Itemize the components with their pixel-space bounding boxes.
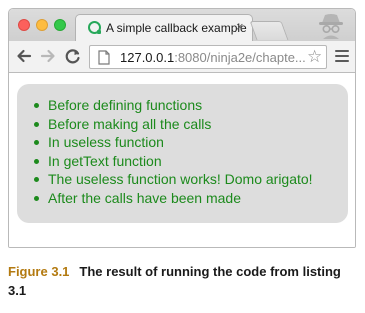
list-item: Before making all the calls <box>32 115 313 134</box>
figure-number: Figure 3.1 <box>8 264 70 279</box>
url-text: 127.0.0.1:8080/ninja2e/chapte... <box>120 50 306 65</box>
browser-toolbar: 127.0.0.1:8080/ninja2e/chapte... ☆ <box>9 41 355 73</box>
list-item: In getText function <box>32 152 313 171</box>
page-viewport: Before defining functions Before making … <box>9 73 355 247</box>
active-tab[interactable]: A simple callback example × <box>75 14 253 41</box>
figure-caption: Figure 3.1 The result of running the code… <box>8 262 358 300</box>
tab-close-icon[interactable]: × <box>236 19 244 34</box>
new-tab-button[interactable] <box>249 21 289 40</box>
list-item: The useless function works! Domo arigato… <box>32 170 313 189</box>
page-icon <box>98 50 110 65</box>
list-item: Before defining functions <box>32 96 313 115</box>
ninja-favicon-icon <box>88 21 101 34</box>
results-list: Before defining functions Before making … <box>32 96 313 207</box>
browser-window: A simple callback example × 127.0.0.1:80… <box>8 8 356 248</box>
forward-arrow-icon[interactable] <box>39 47 57 65</box>
tab-bar: A simple callback example × <box>9 9 355 41</box>
url-path: :8080/ninja2e/chapte... <box>174 50 306 65</box>
url-host: 127.0.0.1 <box>120 50 175 65</box>
menu-icon[interactable] <box>335 50 349 63</box>
tab-title: A simple callback example <box>106 21 247 35</box>
back-arrow-icon[interactable] <box>15 47 33 65</box>
star-icon[interactable]: ☆ <box>307 47 322 67</box>
zoom-window-button[interactable] <box>54 19 66 31</box>
address-bar[interactable]: 127.0.0.1:8080/ninja2e/chapte... ☆ <box>89 45 327 69</box>
results-panel: Before defining functions Before making … <box>17 84 348 223</box>
minimize-window-button[interactable] <box>36 19 48 31</box>
reload-icon[interactable] <box>64 47 82 65</box>
close-window-button[interactable] <box>18 19 30 31</box>
list-item: In useless function <box>32 133 313 152</box>
incognito-profile-icon[interactable] <box>315 11 347 39</box>
list-item: After the calls have been made <box>32 189 313 208</box>
